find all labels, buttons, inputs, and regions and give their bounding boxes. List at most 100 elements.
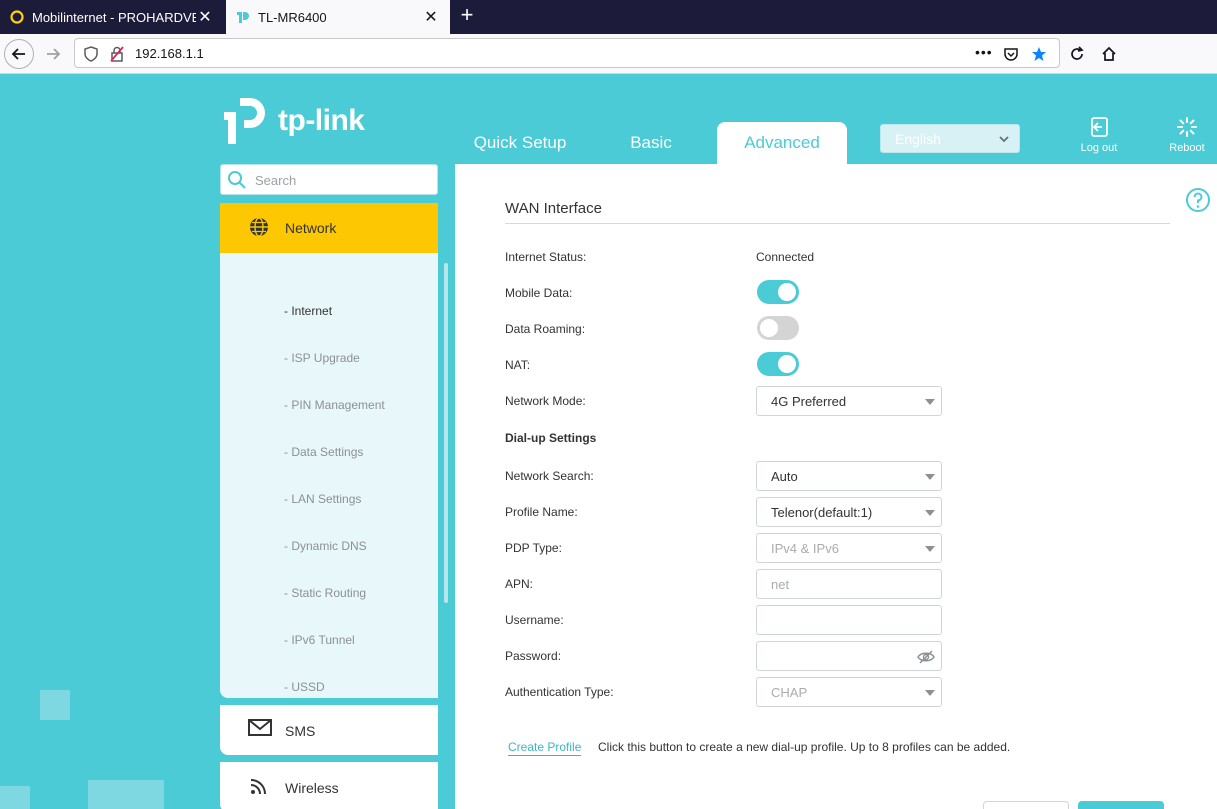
- profile-name-label: Profile Name:: [505, 505, 578, 519]
- tplink-favicon-icon: [237, 12, 249, 23]
- toggle-knob: [778, 283, 796, 301]
- browser-tab-prohardver[interactable]: Mobilinternet - PROHARDVER! ✕: [0, 0, 224, 34]
- browser-toolbar: 192.168.1.1 •••: [0, 34, 1217, 74]
- profile-name-select[interactable]: Telenor(default:1): [756, 497, 942, 527]
- home-button[interactable]: [1094, 39, 1124, 69]
- network-submenu: - Internet - ISP Upgrade - PIN Managemen…: [220, 253, 438, 698]
- pdp-type-value: IPv4 & IPv6: [771, 540, 839, 556]
- auth-type-select[interactable]: CHAP: [756, 677, 942, 707]
- search-placeholder: Search: [255, 173, 297, 188]
- nat-label: NAT:: [505, 358, 531, 372]
- save-button[interactable]: [1078, 801, 1164, 809]
- close-tab-icon[interactable]: ✕: [422, 7, 440, 27]
- mobile-data-toggle[interactable]: [757, 280, 799, 304]
- internet-status-label: Internet Status:: [505, 250, 587, 264]
- network-search-select[interactable]: Auto: [756, 461, 942, 491]
- create-profile-button[interactable]: Create Profile: [508, 740, 582, 756]
- apn-label: APN:: [505, 577, 534, 591]
- home-icon: [1102, 46, 1116, 61]
- network-mode-label: Network Mode:: [505, 394, 586, 408]
- insecure-lock-icon[interactable]: [109, 46, 125, 62]
- sidebar-scrollbar[interactable]: [444, 263, 448, 603]
- reload-button[interactable]: [1062, 39, 1092, 69]
- network-search-value: Auto: [771, 468, 798, 484]
- globe-icon: [250, 217, 268, 237]
- sidebar-group-network[interactable]: Network: [220, 203, 438, 253]
- apn-field[interactable]: net: [756, 569, 942, 599]
- sidebar-item-ussd[interactable]: - USSD: [284, 680, 325, 694]
- new-tab-button[interactable]: +: [455, 4, 479, 28]
- browser-tab-tl-mr6400[interactable]: TL-MR6400 ✕: [226, 0, 450, 34]
- dialup-settings-heading: Dial-up Settings: [505, 431, 597, 445]
- sidebar-group-label: Network: [285, 220, 337, 236]
- cancel-button[interactable]: [983, 801, 1069, 809]
- sidebar-item-pin-management[interactable]: - PIN Management: [284, 398, 385, 412]
- tplink-logo-icon: [224, 98, 265, 144]
- wan-settings-panel: WAN Interface Internet Status: Connected…: [455, 164, 1217, 809]
- prohardver-favicon-icon: [10, 10, 24, 24]
- background-decoration: [88, 780, 164, 809]
- profile-name-value: Telenor(default:1): [771, 504, 873, 520]
- reboot-label: Reboot: [1169, 142, 1205, 154]
- sidebar-item-isp-upgrade[interactable]: - ISP Upgrade: [284, 351, 360, 365]
- sidebar-item-static-routing[interactable]: - Static Routing: [284, 586, 366, 600]
- url-text: 192.168.1.1: [135, 46, 204, 61]
- caret-down-icon: [925, 474, 935, 480]
- help-icon[interactable]: [1185, 187, 1211, 213]
- logout-icon: [1091, 117, 1108, 137]
- tab-quick-setup[interactable]: Quick Setup: [460, 122, 580, 164]
- data-roaming-toggle[interactable]: [757, 316, 799, 340]
- mobile-data-label: Mobile Data:: [505, 286, 573, 300]
- reboot-button[interactable]: Reboot: [1157, 116, 1217, 154]
- brand-name: tp-link: [278, 104, 365, 137]
- sidebar-item-ipv6-tunnel[interactable]: - IPv6 Tunnel: [284, 633, 355, 647]
- nat-toggle[interactable]: [757, 352, 799, 376]
- background-decoration: [40, 690, 70, 720]
- sidebar-group-label: SMS: [285, 723, 316, 739]
- pocket-icon[interactable]: [1003, 46, 1019, 62]
- sidebar-group-sms[interactable]: SMS: [220, 705, 438, 755]
- back-button[interactable]: [4, 39, 34, 69]
- toggle-knob: [778, 355, 796, 373]
- sidebar-group-label: Wireless: [285, 780, 339, 796]
- pdp-type-select[interactable]: IPv4 & IPv6: [756, 533, 942, 563]
- page-actions-icon[interactable]: •••: [975, 44, 993, 60]
- reboot-spinner-icon: [1177, 117, 1197, 137]
- data-roaming-label: Data Roaming:: [505, 322, 586, 336]
- sidebar-group-wireless[interactable]: Wireless: [220, 762, 438, 809]
- network-search-label: Network Search:: [505, 469, 594, 483]
- close-tab-icon[interactable]: ✕: [196, 7, 214, 27]
- logout-button[interactable]: Log out: [1069, 116, 1129, 154]
- envelope-icon: [248, 719, 272, 736]
- menu-search-input[interactable]: Search: [220, 164, 438, 195]
- caret-down-icon: [925, 546, 935, 552]
- apn-value: net: [771, 576, 790, 592]
- bookmark-star-icon[interactable]: [1031, 46, 1047, 62]
- pdp-type-label: PDP Type:: [505, 541, 562, 555]
- search-icon: [228, 171, 246, 189]
- toggle-knob: [760, 319, 778, 337]
- section-title: WAN Interface: [505, 200, 602, 217]
- tab-advanced[interactable]: Advanced: [717, 122, 847, 164]
- auth-type-label: Authentication Type:: [505, 685, 614, 699]
- shield-icon[interactable]: [83, 46, 99, 62]
- username-field[interactable]: [756, 605, 942, 635]
- sidebar-item-dynamic-dns[interactable]: - Dynamic DNS: [284, 539, 367, 553]
- browser-tab-title: Mobilinternet - PROHARDVER!: [32, 9, 196, 25]
- caret-down-icon: [925, 690, 935, 696]
- language-select[interactable]: English: [880, 124, 1020, 153]
- address-bar[interactable]: 192.168.1.1 •••: [74, 38, 1060, 68]
- sidebar-item-internet[interactable]: - Internet: [284, 304, 332, 318]
- caret-down-icon: [925, 510, 935, 516]
- sidebar-item-lan-settings[interactable]: - LAN Settings: [284, 492, 361, 506]
- password-field[interactable]: [756, 641, 942, 671]
- forward-button[interactable]: [38, 39, 68, 69]
- network-mode-value: 4G Preferred: [771, 393, 847, 409]
- tab-basic[interactable]: Basic: [600, 122, 702, 164]
- arrow-right-icon: [47, 48, 61, 60]
- hide-password-icon[interactable]: [917, 649, 935, 665]
- section-divider: [505, 223, 1170, 224]
- auth-type-value: CHAP: [771, 684, 808, 700]
- sidebar-item-data-settings[interactable]: - Data Settings: [284, 445, 363, 459]
- network-mode-select[interactable]: 4G Preferred: [756, 386, 942, 416]
